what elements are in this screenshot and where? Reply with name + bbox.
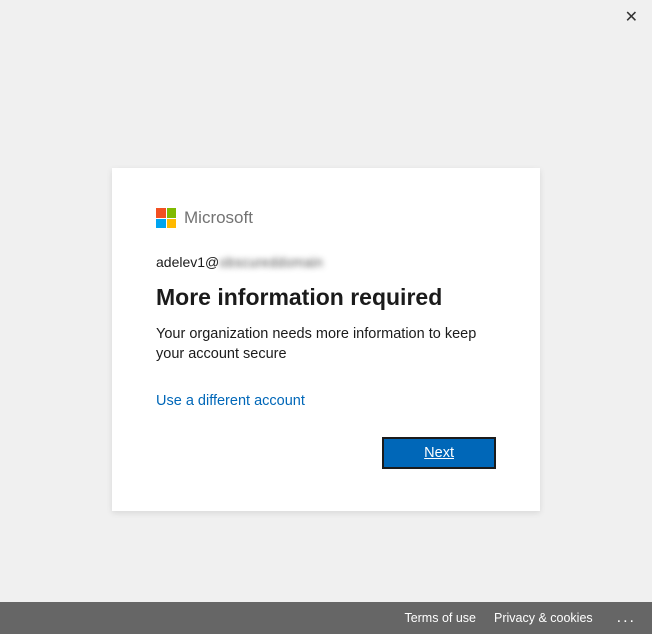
more-options-button[interactable]: ... [611, 610, 642, 626]
brand-name: Microsoft [184, 208, 253, 228]
signin-dialog: Microsoft adelev1@obscureddomain More in… [112, 168, 540, 511]
privacy-link[interactable]: Privacy & cookies [494, 611, 593, 625]
account-email: adelev1@obscureddomain [156, 254, 496, 270]
dialog-title: More information required [156, 284, 496, 311]
email-local-part: adelev1@ [156, 254, 219, 270]
next-button[interactable]: Next [382, 437, 496, 469]
terms-link[interactable]: Terms of use [404, 611, 476, 625]
footer-bar: Terms of use Privacy & cookies ... [0, 602, 652, 634]
brand-row: Microsoft [156, 208, 496, 228]
button-row: Next [156, 437, 496, 469]
dialog-description: Your organization needs more information… [156, 325, 496, 364]
use-different-account-link[interactable]: Use a different account [156, 393, 305, 409]
close-button[interactable]: ✕ [625, 10, 638, 26]
close-icon: ✕ [625, 9, 638, 26]
email-domain-obscured: obscureddomain [219, 254, 323, 270]
microsoft-logo-icon [156, 208, 176, 228]
